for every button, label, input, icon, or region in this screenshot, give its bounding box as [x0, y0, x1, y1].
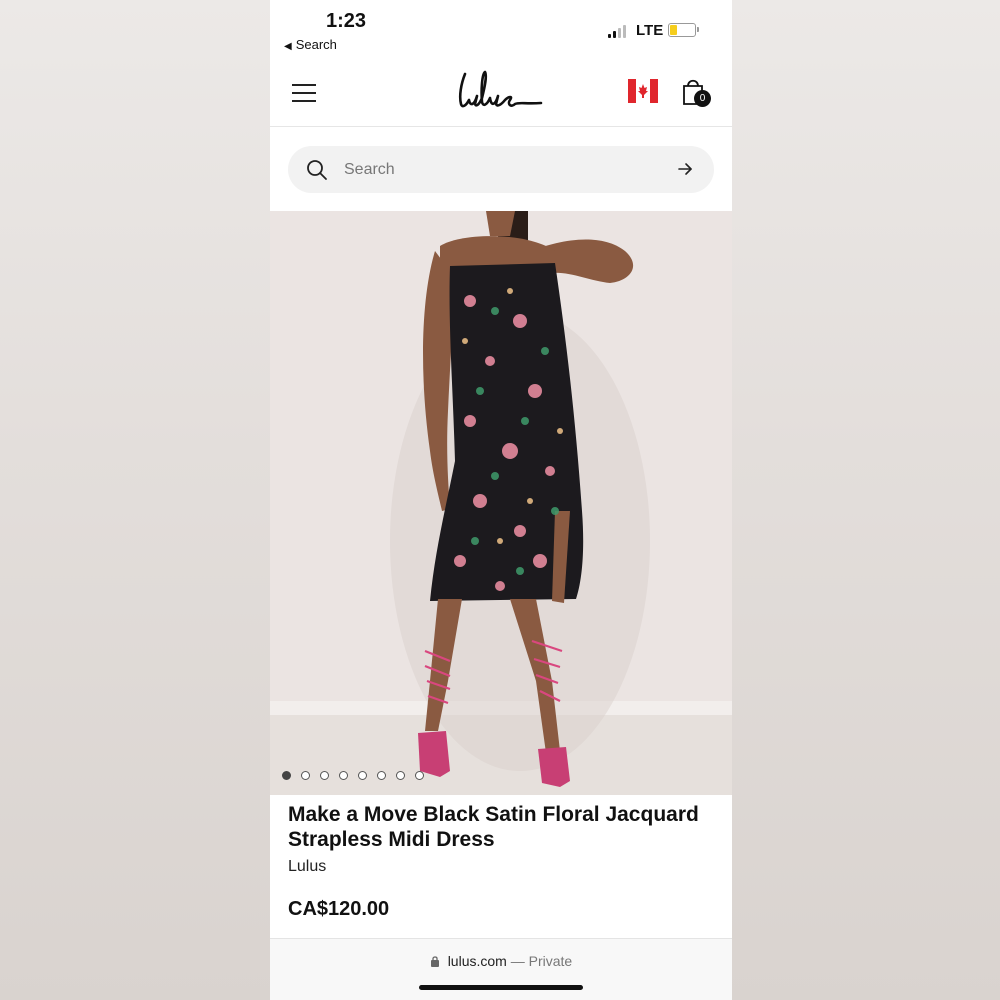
image-carousel-dots — [282, 771, 424, 783]
signal-icon — [608, 24, 630, 38]
search-bar — [288, 146, 714, 193]
product-brand[interactable]: Lulus — [288, 858, 326, 876]
carousel-dot[interactable] — [282, 771, 291, 780]
product-title: Make a Move Black Satin Floral Jacquard … — [288, 803, 699, 851]
battery-icon — [668, 23, 699, 37]
phone-screen: 1:23 ◀ Search LTE 0 Search Make a Move B… — [270, 0, 732, 1000]
status-time: 1:23 — [326, 10, 367, 32]
product-image[interactable] — [270, 211, 732, 795]
lulus-logo[interactable] — [455, 66, 547, 116]
carousel-dot[interactable] — [396, 771, 405, 780]
status-bar: 1:23 ◀ Search LTE — [270, 0, 732, 60]
background-blur-left — [0, 0, 270, 1000]
background-blur-right — [732, 0, 1000, 1000]
url-domain: lulus.com — [447, 953, 507, 969]
canada-flag-icon[interactable] — [628, 79, 658, 103]
cart-count-badge: 0 — [694, 90, 711, 107]
url-display[interactable]: lulus.com — Private — [270, 953, 732, 969]
carousel-dot[interactable] — [358, 771, 367, 780]
search-icon[interactable] — [306, 159, 328, 181]
carousel-dot[interactable] — [377, 771, 386, 780]
network-label: LTE — [636, 22, 664, 39]
lock-icon — [430, 953, 448, 969]
back-label: Search — [295, 37, 337, 52]
back-triangle-icon: ◀ — [284, 41, 292, 52]
url-separator: — — [506, 953, 529, 969]
browser-url-bar[interactable]: lulus.com — Private — [270, 938, 732, 1000]
search-input[interactable] — [344, 146, 644, 193]
arrow-right-icon[interactable] — [676, 160, 694, 178]
carousel-dot[interactable] — [339, 771, 348, 780]
product-photo-illustration — [270, 211, 732, 795]
site-header: 0 — [270, 62, 732, 127]
carousel-dot[interactable] — [301, 771, 310, 780]
home-indicator[interactable] — [419, 985, 583, 990]
product-price: CA$120.00 — [288, 898, 390, 920]
carousel-dot[interactable] — [415, 771, 424, 780]
back-to-search-link[interactable]: ◀ Search — [284, 37, 337, 52]
private-mode-label: Private — [528, 953, 573, 969]
menu-icon[interactable] — [292, 82, 316, 104]
carousel-dot[interactable] — [320, 771, 329, 780]
